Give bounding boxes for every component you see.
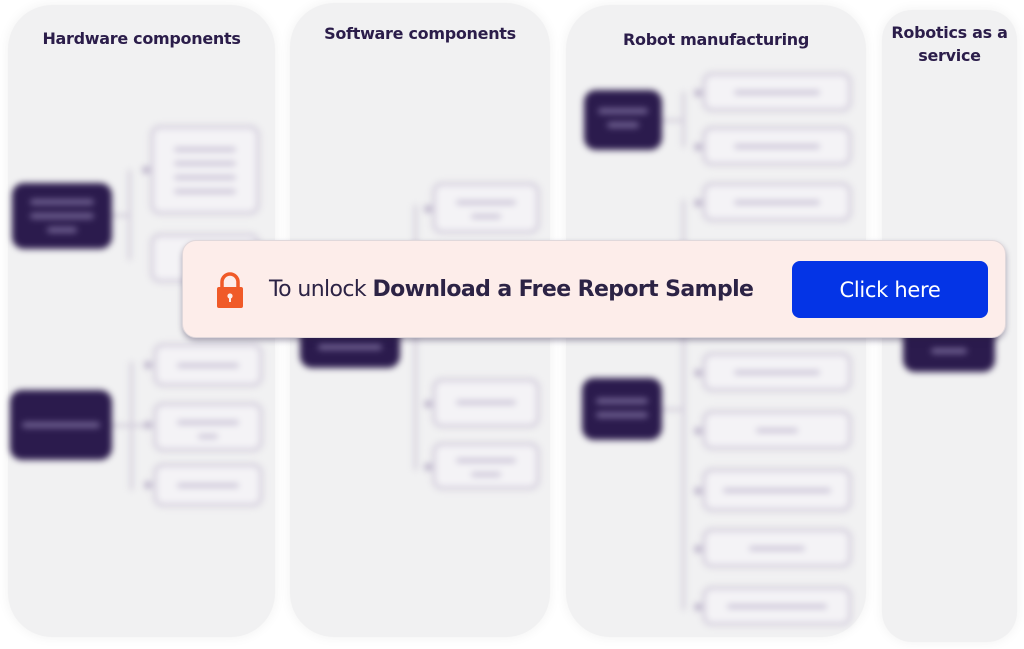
category-node	[10, 390, 112, 460]
leaf-node	[702, 72, 852, 112]
leaf-node	[702, 352, 852, 392]
leaf-node	[153, 402, 263, 452]
unlock-message: To unlock Download a Free Report Sample	[269, 277, 754, 302]
leaf-node	[702, 528, 852, 568]
click-here-button[interactable]: Click here	[792, 261, 988, 318]
leaf-node	[432, 378, 540, 428]
unlock-highlight: Download a Free Report Sample	[372, 277, 754, 302]
leaf-node	[150, 125, 260, 215]
unlock-report-banner: To unlock Download a Free Report Sample …	[182, 240, 1006, 338]
leaf-node	[702, 410, 852, 450]
lock-icon	[217, 272, 243, 308]
category-node	[584, 90, 662, 150]
category-node	[582, 378, 662, 440]
leaf-node	[432, 182, 540, 234]
unlock-prefix: To unlock	[269, 277, 373, 302]
leaf-node	[153, 343, 263, 387]
leaf-node	[153, 463, 263, 507]
leaf-node	[702, 126, 852, 166]
leaf-node	[702, 586, 852, 626]
leaf-node	[702, 468, 852, 512]
category-node	[12, 183, 112, 249]
leaf-node	[702, 182, 852, 222]
leaf-node	[432, 442, 540, 490]
